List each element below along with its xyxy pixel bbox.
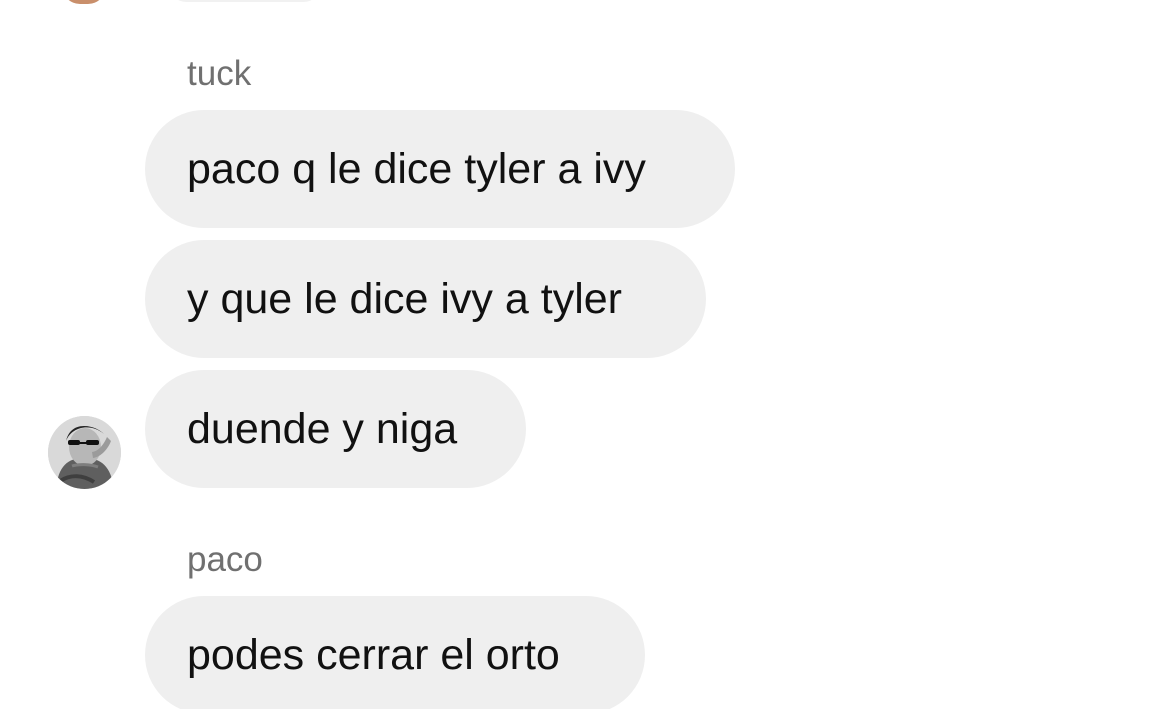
- message-bubble[interactable]: paco q le dice tyler a ivy: [145, 110, 735, 228]
- sender-name-paco: paco: [187, 540, 263, 579]
- message-bubble[interactable]: podes cerrar el orto: [145, 596, 645, 709]
- message-text: podes cerrar el orto: [187, 630, 560, 679]
- message-text: duende y niga: [187, 404, 458, 453]
- message-text: paco q le dice tyler a ivy: [187, 144, 646, 193]
- chat-thread: tuck paco q le dice tyler a ivy y que le…: [0, 0, 1170, 709]
- message-bubble[interactable]: duende y niga: [145, 370, 526, 488]
- partial-avatar: [62, 0, 106, 4]
- message-text: y que le dice ivy a tyler: [187, 274, 622, 323]
- message-bubble[interactable]: y que le dice ivy a tyler: [145, 240, 706, 358]
- partial-message-bubble: [170, 0, 320, 2]
- sender-name-tuck: tuck: [187, 54, 252, 93]
- avatar[interactable]: [48, 416, 121, 489]
- avatar-image: [48, 416, 121, 489]
